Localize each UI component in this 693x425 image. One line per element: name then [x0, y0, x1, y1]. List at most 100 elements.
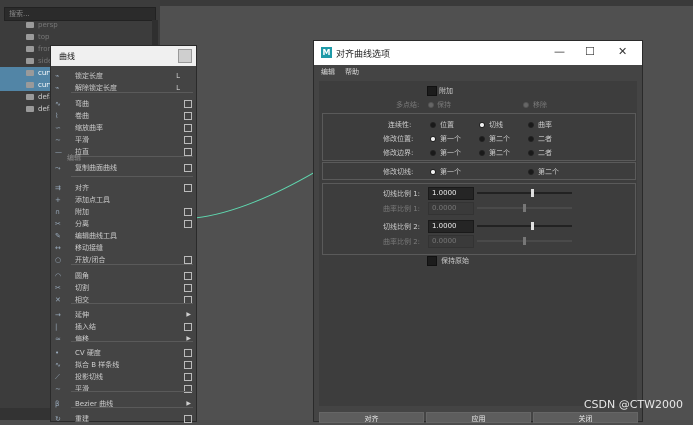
menu-item-label: 移动接缝 — [75, 244, 103, 252]
option-box-icon[interactable] — [184, 349, 192, 357]
curvature-scale2-knob[interactable] — [523, 237, 526, 245]
attach-checkbox[interactable] — [427, 86, 437, 96]
option-box-icon[interactable] — [184, 323, 192, 331]
menu-item[interactable]: ✂ 分离 — [51, 218, 196, 230]
modpos-second-label: 第二个 — [489, 135, 510, 143]
close-button[interactable]: 关闭 — [533, 412, 638, 423]
modbound-first-label: 第一个 — [440, 149, 461, 157]
continuity-position-radio[interactable] — [430, 122, 436, 128]
modtan-second-radio[interactable] — [528, 169, 534, 175]
dialog-title-bar[interactable]: M 对齐曲线选项 — ☐ ✕ — [314, 41, 642, 65]
menu-item-icon: ✕ — [55, 296, 61, 304]
modpos-first-radio[interactable] — [430, 136, 436, 142]
option-box-icon[interactable] — [184, 112, 192, 120]
menu-item-label: 延伸 — [75, 311, 89, 319]
modbound-first-radio[interactable] — [430, 150, 436, 156]
tangent-scale1-knob[interactable] — [531, 189, 534, 197]
close-icon[interactable]: ✕ — [618, 45, 627, 58]
option-box-icon[interactable] — [184, 136, 192, 144]
modbound-both-label: 二者 — [538, 149, 552, 157]
option-box-icon[interactable] — [184, 148, 192, 156]
option-box-icon[interactable] — [184, 361, 192, 369]
continuity-curvature-radio[interactable] — [528, 122, 534, 128]
menu-item-icon: ✂ — [55, 220, 61, 228]
maximize-icon[interactable]: ☐ — [585, 45, 595, 58]
curvature-scale1-knob[interactable] — [523, 204, 526, 212]
modbound-both-radio[interactable] — [528, 150, 534, 156]
modpos-both-radio[interactable] — [528, 136, 534, 142]
menu-item[interactable]: ✕ 相交 — [51, 294, 196, 306]
menu-item[interactable]: ✂ 切割 — [51, 282, 196, 294]
outliner-item[interactable]: top — [0, 31, 160, 43]
tangent-scale1-input[interactable]: 1.0000 — [428, 187, 474, 200]
option-box-icon[interactable] — [184, 256, 192, 264]
remove-radio[interactable] — [523, 102, 529, 108]
menu-item[interactable]: → 延伸 ▶ — [51, 309, 196, 321]
menu-item[interactable]: ⟋ 投影切线 — [51, 371, 196, 383]
menu-item-icon: ∿ — [55, 100, 61, 108]
menu-item[interactable]: ∿ 弯曲 — [51, 98, 196, 110]
menu-item[interactable]: ↔ 移动接缝 — [51, 242, 196, 254]
keep-radio[interactable] — [428, 102, 434, 108]
modpos-second-radio[interactable] — [479, 136, 485, 142]
menu-item[interactable]: + 添加点工具 — [51, 194, 196, 206]
apply-button[interactable]: 应用 — [426, 412, 531, 423]
option-box-icon[interactable] — [184, 208, 192, 216]
curve-line[interactable] — [195, 170, 315, 225]
dialog-body: 附加 多点结: 保持 移除 连续性: 位置 切线 曲率 修改位置: 第一个 第二… — [319, 81, 637, 406]
menu-item[interactable]: ◠ 圆角 — [51, 270, 196, 282]
tangent-scale2-knob[interactable] — [531, 222, 534, 230]
option-box-icon[interactable] — [184, 100, 192, 108]
align-button[interactable]: 对齐 — [319, 412, 424, 423]
minimize-icon[interactable]: — — [554, 45, 565, 58]
menu-item[interactable]: ∽ 缩放曲率 — [51, 122, 196, 134]
node-icon — [26, 82, 34, 88]
menu-item-icon: ⤳ — [55, 164, 61, 172]
menu-item[interactable]: | 插入结 — [51, 321, 196, 333]
menu-item[interactable]: ∼ 平滑 — [51, 134, 196, 146]
keep-original-checkbox[interactable] — [427, 256, 437, 266]
outliner-item[interactable]: persp — [0, 19, 160, 31]
menu-item-icon: → — [55, 311, 61, 319]
menu-item-icon: ⌁ — [55, 72, 60, 80]
tangent-scale2-input[interactable]: 1.0000 — [428, 220, 474, 233]
menu-item[interactable]: • CV 硬度 — [51, 347, 196, 359]
menu-item[interactable]: ↻ 重建 — [51, 413, 196, 425]
menu-item-label: Bezier 曲线 — [75, 400, 114, 408]
remove-label: 移除 — [533, 101, 547, 109]
continuity-position-label: 位置 — [440, 121, 454, 129]
option-box-icon[interactable] — [184, 164, 192, 172]
menu-item[interactable]: ≈ 偏移 ▶ — [51, 333, 196, 345]
menu-edit[interactable]: 编辑 — [321, 67, 335, 77]
menu-tearoff-icon[interactable] — [178, 49, 192, 63]
option-box-icon[interactable] — [184, 124, 192, 132]
option-box-icon[interactable] — [184, 415, 192, 423]
curvature-scale1-input[interactable]: 0.0000 — [428, 202, 474, 215]
menu-item[interactable]: ⇉ 对齐 — [51, 182, 196, 194]
menu-item[interactable]: ∼ 平滑 — [51, 383, 196, 395]
menu-item[interactable]: ∿ 拟合 B 样条线 — [51, 359, 196, 371]
menu-item[interactable]: ⌇ 卷曲 — [51, 110, 196, 122]
option-box-icon[interactable] — [184, 373, 192, 381]
option-box-icon[interactable] — [184, 220, 192, 228]
modtan-first-radio[interactable] — [430, 169, 436, 175]
menu-item[interactable]: ⤳ 复制曲面曲线 — [51, 162, 196, 174]
menu-item-shortcut: L — [176, 72, 180, 80]
modbound-second-radio[interactable] — [479, 150, 485, 156]
menu-title-bar[interactable]: 曲线 — [51, 46, 196, 66]
tangent-scale1-slider[interactable] — [477, 192, 572, 194]
continuity-tangent-radio[interactable] — [479, 122, 485, 128]
menu-item[interactable]: ⌁ 锁定长度 L — [51, 70, 196, 82]
menu-item-icon: ↻ — [55, 415, 61, 423]
curvature-scale2-input[interactable]: 0.0000 — [428, 235, 474, 248]
menu-help[interactable]: 帮助 — [345, 67, 359, 77]
menu-item-icon: ∽ — [55, 124, 61, 132]
menu-item[interactable]: ∩ 附加 — [51, 206, 196, 218]
option-box-icon[interactable] — [184, 284, 192, 292]
tangent-scale2-slider[interactable] — [477, 225, 572, 227]
option-box-icon[interactable] — [184, 272, 192, 280]
menu-item-label: 切割 — [75, 284, 89, 292]
menu-item[interactable]: ✎ 编辑曲线工具 — [51, 230, 196, 242]
menu-item[interactable]: β Bezier 曲线 ▶ — [51, 398, 196, 410]
option-box-icon[interactable] — [184, 184, 192, 192]
